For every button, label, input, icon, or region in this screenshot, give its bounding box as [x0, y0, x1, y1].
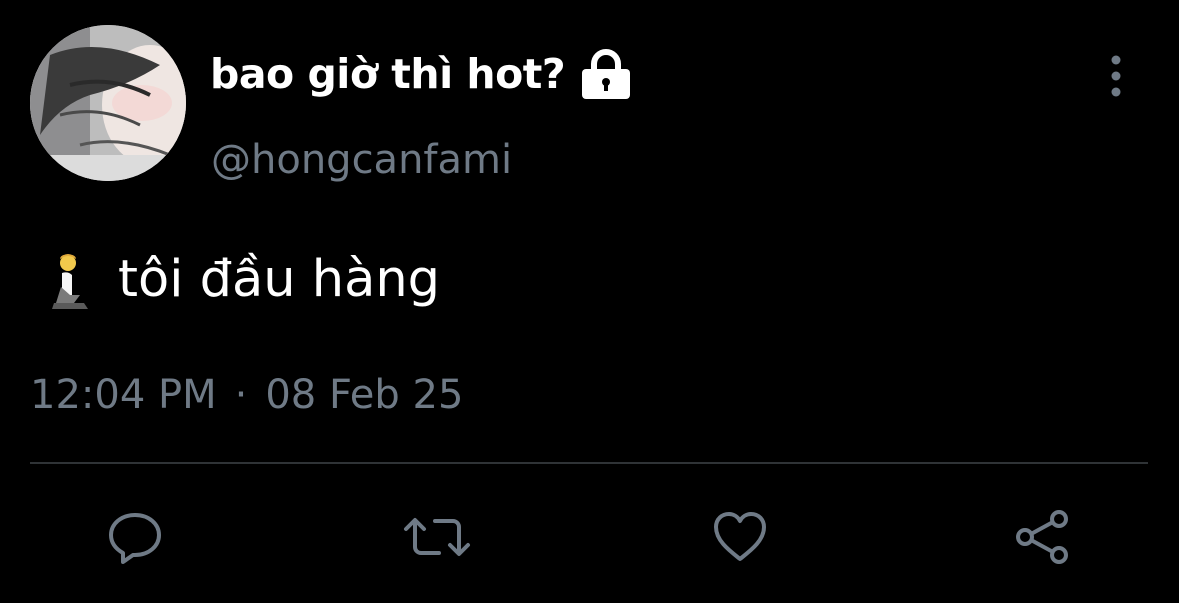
tweet-date: 08 Feb 25: [265, 372, 464, 418]
like-button[interactable]: [710, 507, 770, 567]
tweet-text: tôi đầu hàng: [118, 250, 441, 309]
tweet-timestamp[interactable]: 12:04 PM · 08 Feb 25: [30, 366, 463, 424]
more-vertical-icon: [1111, 55, 1121, 97]
retweet-icon: [404, 518, 470, 556]
divider: [30, 462, 1148, 464]
avatar-photo: [30, 25, 186, 181]
avatar[interactable]: [30, 25, 186, 181]
reply-icon: [109, 513, 161, 564]
reply-button[interactable]: [105, 507, 165, 567]
share-icon: [1016, 510, 1068, 564]
person-kneeling-icon: [44, 251, 96, 315]
author-display-name: bao giờ thì hot?: [210, 50, 566, 98]
like-icon: [714, 512, 766, 561]
tweet-body: tôi đầu hàng: [44, 242, 440, 318]
timestamp-separator: ·: [234, 372, 248, 418]
author-name[interactable]: bao giờ thì hot?: [210, 44, 633, 104]
retweet-button[interactable]: [403, 507, 470, 567]
author-handle[interactable]: @hongcanfami: [211, 132, 512, 188]
share-button[interactable]: [1013, 507, 1073, 567]
more-options-button[interactable]: [1096, 50, 1136, 102]
lock-icon: [579, 49, 633, 101]
tweet-time: 12:04 PM: [30, 372, 217, 418]
